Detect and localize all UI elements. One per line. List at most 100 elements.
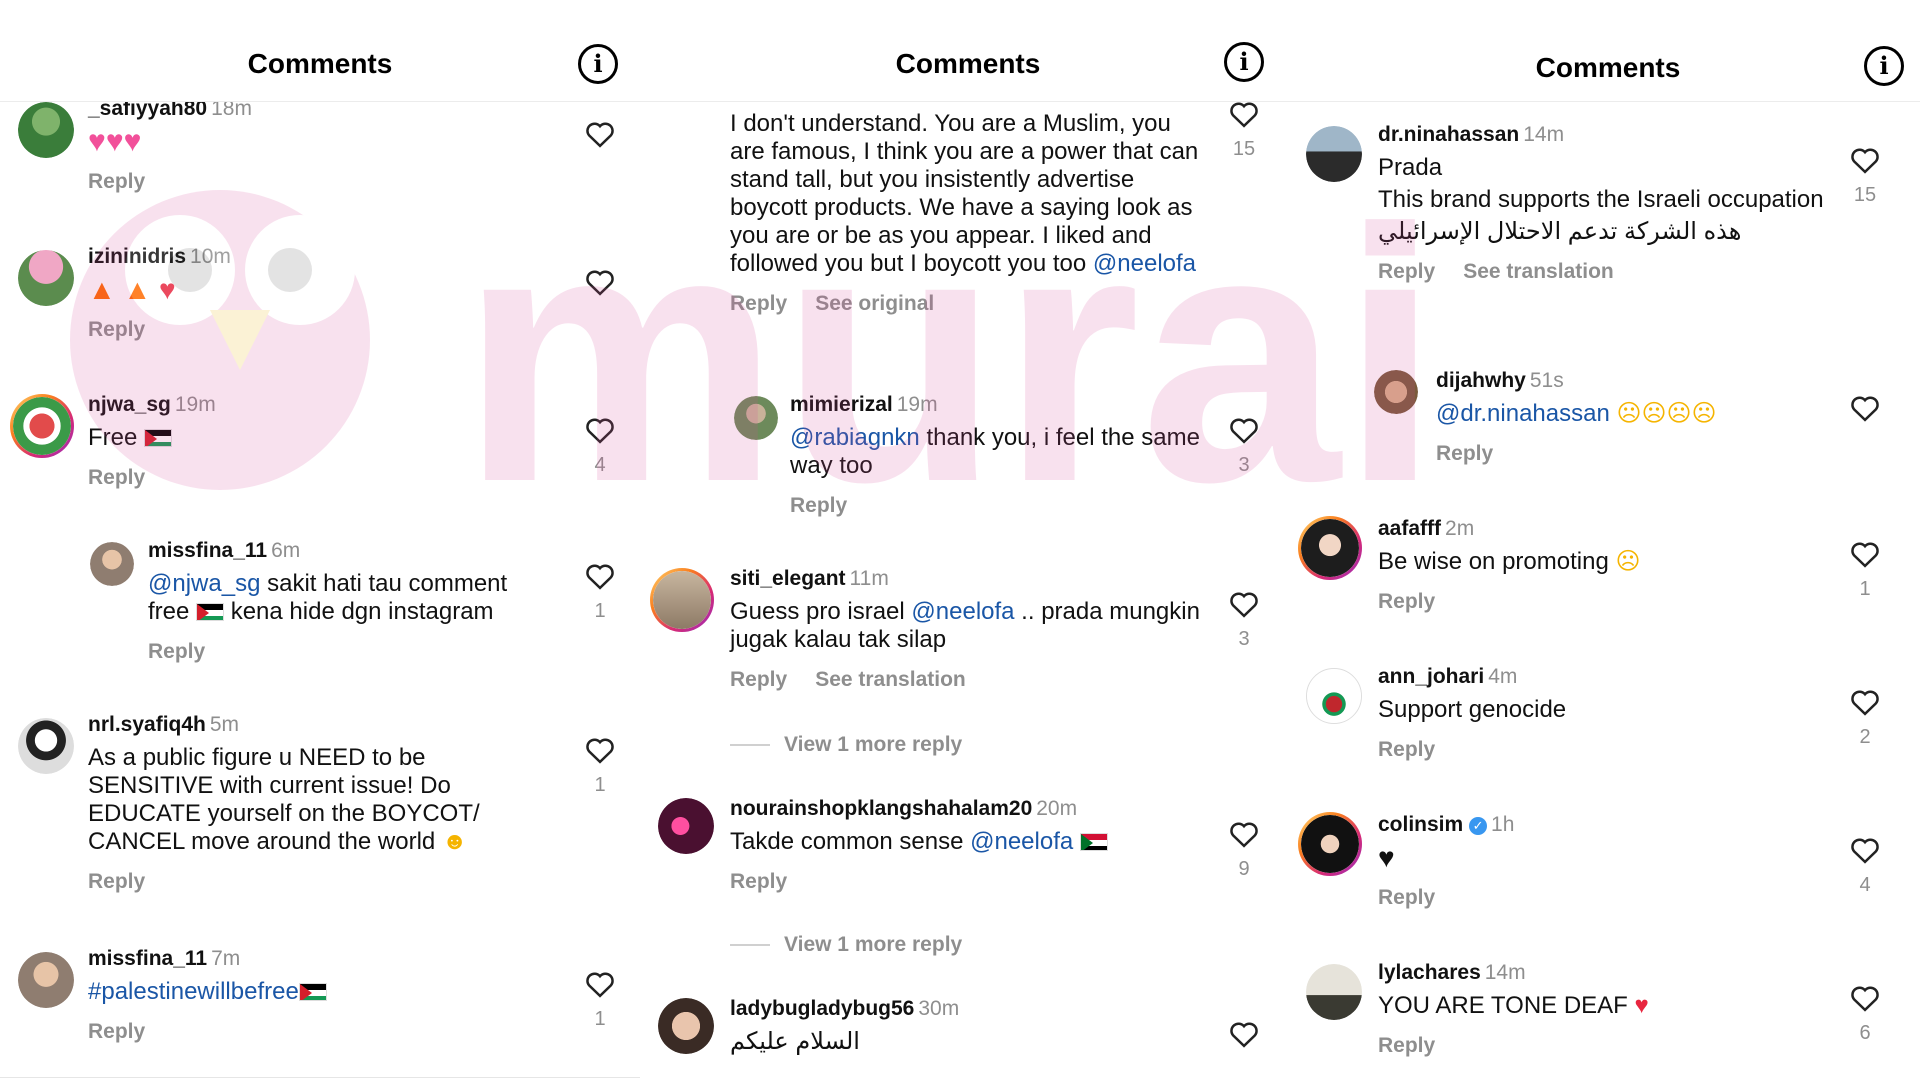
mention-link[interactable]: @njwa_sg xyxy=(148,570,260,597)
info-icon[interactable]: i xyxy=(1224,42,1264,82)
reply-button[interactable]: Reply xyxy=(88,870,145,893)
like-button[interactable] xyxy=(583,268,617,296)
like-button[interactable]: 15 xyxy=(1848,146,1882,207)
see-translation-button[interactable]: See translation xyxy=(815,668,966,691)
like-button[interactable]: 9 xyxy=(1227,820,1261,881)
divider xyxy=(0,1077,640,1078)
avatar[interactable] xyxy=(10,394,74,458)
heart-icon xyxy=(586,972,614,998)
comment-username[interactable]: missfina_11 xyxy=(148,539,267,562)
see-translation-button[interactable]: See translation xyxy=(1463,260,1614,283)
like-button[interactable]: 4 xyxy=(1848,836,1882,897)
comment-time: 19m xyxy=(896,393,938,416)
like-button[interactable]: 1 xyxy=(583,736,617,797)
mention-link[interactable]: @rabiagnkn xyxy=(790,424,920,451)
hashtag-link[interactable]: #palestinewillbefree xyxy=(88,978,299,1005)
heart-icon xyxy=(1851,148,1879,174)
view-more-replies-button[interactable]: View 1 more reply xyxy=(730,733,962,757)
reply-button[interactable]: Reply xyxy=(1378,590,1435,613)
comment-text: السلام عليكم xyxy=(730,1028,860,1055)
reply-button[interactable]: Reply xyxy=(1378,738,1435,761)
like-button[interactable] xyxy=(1227,1020,1261,1048)
reply-button[interactable]: Reply xyxy=(790,494,847,517)
like-button[interactable]: 4 xyxy=(583,416,617,477)
like-count: 1 xyxy=(594,1008,606,1030)
comment-username[interactable]: dr.ninahassan xyxy=(1378,123,1519,146)
avatar[interactable] xyxy=(90,542,134,586)
comment-time: 11m xyxy=(849,567,889,590)
comment-username[interactable]: colinsim xyxy=(1378,813,1463,836)
comment-text: Support genocide xyxy=(1378,696,1567,723)
heart-icon xyxy=(1230,102,1258,128)
comment-emoji: ▲ ▲ ♥ xyxy=(88,274,176,305)
panel-title: Comments xyxy=(1535,52,1681,83)
reply-button[interactable]: Reply xyxy=(1378,1034,1435,1057)
reply-button[interactable]: Reply xyxy=(88,1020,145,1043)
avatar[interactable] xyxy=(1306,126,1362,182)
mention-link[interactable]: @neelofa xyxy=(1093,250,1196,277)
reply-button[interactable]: Reply xyxy=(1378,886,1435,909)
reply-button[interactable]: Reply xyxy=(88,170,145,193)
avatar[interactable] xyxy=(1374,370,1418,414)
like-count: 4 xyxy=(1859,874,1871,896)
comment-text: Guess pro israel @neelofa .. prada mungk… xyxy=(730,598,1200,653)
avatar[interactable] xyxy=(18,102,74,158)
reply-button[interactable]: Reply xyxy=(88,318,145,341)
comments-panel-1: Comments i _safiyyah80 18m ♥♥♥ Reply izin… xyxy=(0,0,640,1080)
like-button[interactable]: 3 xyxy=(1227,590,1261,651)
avatar[interactable] xyxy=(18,718,74,774)
comment-username[interactable]: ladybugladybug56 xyxy=(730,997,914,1020)
mention-link[interactable]: @neelofa xyxy=(970,828,1073,855)
view-more-replies-button[interactable]: View 1 more reply xyxy=(730,933,962,957)
like-button[interactable]: 1 xyxy=(583,970,617,1031)
comment-username[interactable]: nrl.syafiq4h xyxy=(88,713,206,736)
reply-button[interactable]: Reply xyxy=(148,640,205,663)
info-icon[interactable]: i xyxy=(578,44,618,84)
like-button[interactable]: 1 xyxy=(583,562,617,623)
comment-username[interactable]: siti_elegant xyxy=(730,567,846,590)
comment-username[interactable]: ann_johari xyxy=(1378,665,1484,688)
avatar[interactable] xyxy=(18,952,74,1008)
reply-button[interactable]: Reply xyxy=(730,292,787,315)
comment-username[interactable]: mimierizal xyxy=(790,393,893,416)
avatar[interactable] xyxy=(1298,516,1362,580)
like-button[interactable]: 1 xyxy=(1848,540,1882,601)
comment-time: 4m xyxy=(1488,665,1518,688)
reply-button[interactable]: Reply xyxy=(88,466,145,489)
see-original-button[interactable]: See original xyxy=(815,292,934,315)
comment-text: YOU ARE TONE DEAF ♥ xyxy=(1378,992,1649,1019)
comment-username[interactable]: njwa_sg xyxy=(88,393,171,416)
like-button[interactable]: 6 xyxy=(1848,984,1882,1045)
comment-username[interactable]: aafafff xyxy=(1378,517,1441,540)
comment-username[interactable]: nourainshopklangshahalam20 xyxy=(730,797,1032,820)
avatar[interactable] xyxy=(18,250,74,306)
avatar[interactable] xyxy=(650,568,714,632)
reply-button[interactable]: Reply xyxy=(730,870,787,893)
comment-time: 20m xyxy=(1036,797,1078,820)
mention-link[interactable]: @neelofa xyxy=(911,598,1014,625)
heart-icon xyxy=(1230,418,1258,444)
comment-username[interactable]: dijahwhy xyxy=(1436,369,1526,392)
like-count: 1 xyxy=(1859,578,1871,600)
like-button[interactable]: 2 xyxy=(1848,688,1882,749)
avatar[interactable] xyxy=(1306,668,1362,724)
comment-username[interactable]: izininidris xyxy=(88,245,186,268)
info-icon[interactable]: i xyxy=(1864,46,1904,86)
like-button[interactable] xyxy=(1848,394,1882,422)
reply-button[interactable]: Reply xyxy=(730,668,787,691)
avatar[interactable] xyxy=(1298,812,1362,876)
like-button[interactable] xyxy=(583,120,617,148)
crying-face-icon: ☹☹☹☹ xyxy=(1616,400,1717,427)
avatar[interactable] xyxy=(1306,964,1362,1020)
avatar[interactable] xyxy=(658,798,714,854)
mention-link[interactable]: @dr.ninahassan xyxy=(1436,400,1610,427)
reply-button[interactable]: Reply xyxy=(1378,260,1435,283)
comment-username[interactable]: lylachares xyxy=(1378,961,1481,984)
like-button[interactable]: 3 xyxy=(1227,416,1261,477)
comment-username[interactable]: missfina_11 xyxy=(88,947,207,970)
avatar[interactable] xyxy=(658,998,714,1054)
comment-text: Takde common sense @neelofa xyxy=(730,828,1206,856)
reply-button[interactable]: Reply xyxy=(1436,442,1493,465)
avatar[interactable] xyxy=(734,396,778,440)
like-button[interactable]: 15 xyxy=(1227,100,1261,161)
